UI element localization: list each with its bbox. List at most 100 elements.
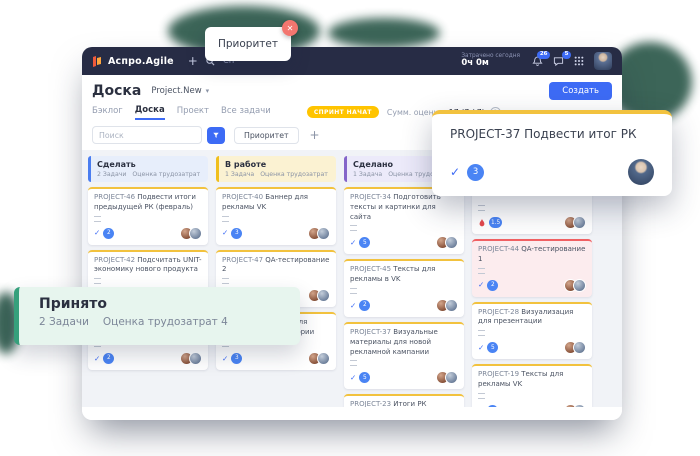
column-task-count: 2 Задачи xyxy=(39,316,89,328)
estimate-badge: 3 xyxy=(467,164,484,181)
close-icon[interactable]: ✕ xyxy=(282,20,298,36)
estimate-badge: 3 xyxy=(231,228,242,239)
tab-board[interactable]: Доска xyxy=(135,105,165,120)
task-title: PROJECT-23 Итоги РК xyxy=(350,400,458,407)
assignee-avatars xyxy=(308,227,330,240)
tab-backlog[interactable]: Бэклог xyxy=(92,106,123,119)
card-meta: ✓3 xyxy=(222,353,242,364)
task-card[interactable]: PROJECT-34 Подготовить тексты и картинки… xyxy=(344,187,464,254)
card-footer: ✓ 3 xyxy=(450,159,654,185)
avatar xyxy=(573,216,586,229)
card-footer: ✓2 xyxy=(94,352,202,365)
task-title: PROJECT-37 Визуальные материалы для ново… xyxy=(350,328,458,357)
card-meta: ✓2 xyxy=(94,228,114,239)
notifications-badge: 26 xyxy=(537,51,550,60)
window-footer xyxy=(82,407,622,420)
tab-all-tasks[interactable]: Все задачи xyxy=(221,106,271,119)
add-filter-button[interactable]: + xyxy=(310,129,320,141)
task-id: PROJECT-40 xyxy=(222,193,265,201)
task-card[interactable]: PROJECT-37 Визуальные материалы для ново… xyxy=(344,322,464,389)
estimate-badge: 3 xyxy=(231,353,242,364)
description-icon xyxy=(478,393,485,399)
task-card[interactable]: PROJECT-44 QA-тестирование 1 ✓2 xyxy=(472,239,592,297)
card-footer: 1.5 xyxy=(478,216,586,229)
foliage-decoration xyxy=(328,18,440,48)
task-card[interactable]: PROJECT-45 Тексты для рекламы в VK✓2 xyxy=(344,259,464,317)
avatar xyxy=(317,227,330,240)
search-input[interactable] xyxy=(92,126,202,144)
task-id: PROJECT-23 xyxy=(350,400,393,407)
task-id: PROJECT-42 xyxy=(94,256,137,264)
navbar-right: Затрачено сегодня 0ч 0м 26 5 xyxy=(461,52,612,70)
task-title: PROJECT-28 Визуализация для презентации xyxy=(478,308,586,328)
chevron-down-icon: ▾ xyxy=(206,87,210,95)
user-avatar[interactable] xyxy=(594,52,612,70)
card-meta: ✓2 xyxy=(478,280,498,291)
description-icon xyxy=(222,216,229,222)
project-selector[interactable]: Project.New ▾ xyxy=(151,86,209,96)
create-button[interactable]: Создать xyxy=(549,82,612,100)
column-header: В работе 1 Задача Оценка трудозатрат 3 xyxy=(216,156,336,182)
task-card[interactable]: PROJECT-23 Итоги РК✓5 xyxy=(344,394,464,407)
task-id: PROJECT-47 xyxy=(222,256,265,264)
task-card-callout[interactable]: PROJECT-37 Подвести итог РК ✓ 3 xyxy=(432,110,672,196)
description-icon xyxy=(478,330,485,336)
sprint-status-badge: СПРИНТ НАЧАТ xyxy=(307,106,379,118)
task-id: PROJECT-46 xyxy=(94,193,137,201)
card-footer: ✓5 xyxy=(350,236,458,249)
avatar xyxy=(189,352,202,365)
card-meta: ✓2 xyxy=(94,353,114,364)
task-id: PROJECT-19 xyxy=(478,370,521,378)
filter-button[interactable] xyxy=(207,127,225,144)
tab-project[interactable]: Проект xyxy=(177,106,209,119)
brand-name: Аспро.Agile xyxy=(108,56,174,67)
quick-add-icon[interactable]: + xyxy=(188,55,198,67)
description-icon xyxy=(94,278,101,284)
apps-grid-icon[interactable] xyxy=(574,56,584,66)
column-estimate: Оценка трудозатрат 4 xyxy=(103,316,228,328)
card-footer: ✓2 xyxy=(94,227,202,240)
accepted-column-callout: Принято 2 Задачи Оценка трудозатрат 4 xyxy=(14,287,300,345)
assignee-avatars xyxy=(564,216,586,229)
avatar xyxy=(317,289,330,302)
column-cards: PROJECT-34 Подготовить тексты и картинки… xyxy=(344,187,464,407)
estimate-badge: 5 xyxy=(359,372,370,383)
avatar xyxy=(445,371,458,384)
done-check-icon: ✓ xyxy=(450,166,460,178)
task-title: PROJECT-19 Тексты для рекламы VK xyxy=(478,370,586,390)
task-id: PROJECT-34 xyxy=(350,193,393,201)
time-tracker[interactable]: Затрачено сегодня 0ч 0м xyxy=(461,53,520,69)
task-card[interactable]: PROJECT-46 Подвести итоги предыдущей РК … xyxy=(88,187,208,245)
funnel-icon xyxy=(213,131,219,140)
column-title: Принято xyxy=(39,296,300,312)
description-icon xyxy=(350,360,357,366)
task-title: PROJECT-44 QA-тестирование 1 xyxy=(478,245,586,265)
priority-filter-chip[interactable]: Приоритет xyxy=(234,127,299,144)
project-name: Project.New xyxy=(151,86,201,96)
column-task-count: 1 Задача xyxy=(225,171,254,178)
notifications-button[interactable]: 26 xyxy=(532,56,543,67)
priority-callout: Приоритет ✕ xyxy=(205,27,291,61)
avatar xyxy=(189,227,202,240)
app-logo[interactable]: Аспро.Agile xyxy=(92,56,174,67)
column-estimate: Оценка трудозатрат 3 xyxy=(260,171,330,178)
messages-button[interactable]: 5 xyxy=(553,56,564,67)
estimate-badge: 2 xyxy=(359,300,370,311)
column-task-count: 2 Задачи xyxy=(97,171,126,178)
task-card[interactable]: PROJECT-40 Баннер для рекламы VK✓3 xyxy=(216,187,336,245)
assignee-avatars xyxy=(564,279,586,292)
task-card[interactable]: PROJECT-19 Тексты для рекламы VK✓5 xyxy=(472,364,592,407)
fire-icon xyxy=(478,218,486,228)
column-in-progress: В работе 1 Задача Оценка трудозатрат 3 P… xyxy=(216,156,336,407)
task-card[interactable]: PROJECT-28 Визуализация для презентации ✓… xyxy=(472,302,592,360)
card-footer: ✓5 xyxy=(478,341,586,354)
column-estimate: Оценка трудозатрат 4 xyxy=(132,171,202,178)
top-navbar: Аспро.Agile + Сп Затрачено сегодня 0ч 0м… xyxy=(82,47,622,75)
logo-icon xyxy=(92,56,103,67)
avatar xyxy=(445,236,458,249)
description-icon xyxy=(222,278,229,284)
card-footer: ✓3 xyxy=(222,227,330,240)
assignee-avatars xyxy=(436,371,458,384)
column-cards: 1.5PROJECT-44 QA-тестирование 1✓2PROJECT… xyxy=(472,187,592,407)
avatar xyxy=(628,159,654,185)
